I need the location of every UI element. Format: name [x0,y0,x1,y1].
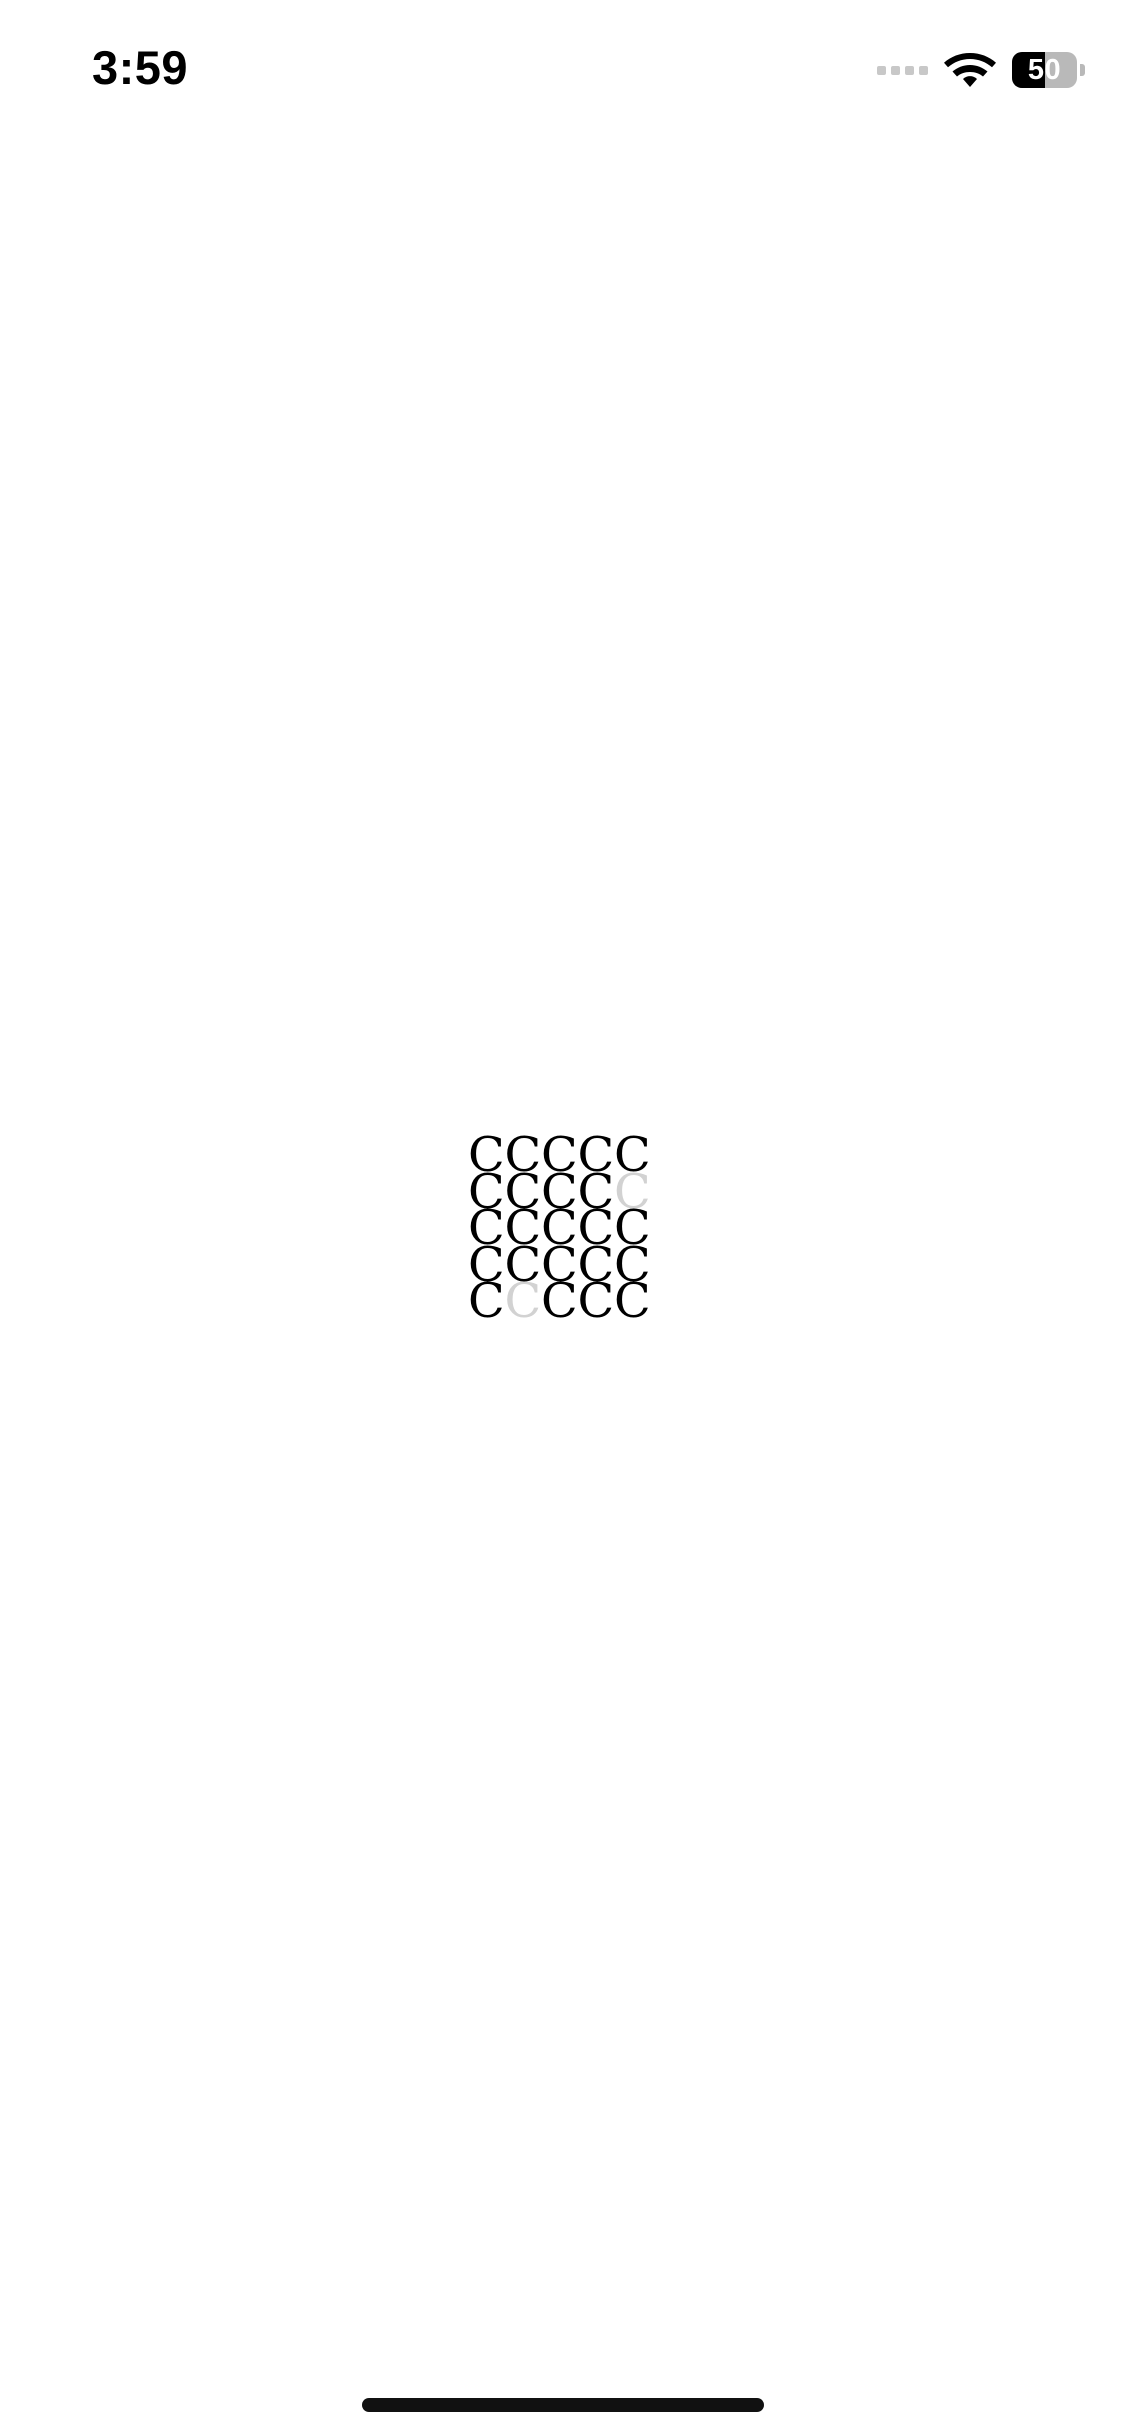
battery-level: 50 [1027,53,1062,86]
battery-icon: 50 [1012,52,1077,88]
logo-letter: C [577,1273,615,1329]
logo-letter: C [541,1273,578,1329]
status-bar: 3:59 50 [0,0,1125,140]
status-time: 3:59 [92,41,189,94]
wifi-icon [944,53,996,87]
battery-cap-icon [1080,64,1085,76]
app-logo: CCCCCCCCCCCCCCCCCCCCCCCCC [468,1131,654,1325]
cellular-signal-icon [877,65,928,75]
logo-letter: C [468,1273,505,1329]
logo-letter: C [614,1273,651,1329]
logo-letter: C [504,1273,542,1329]
status-icons: 50 [877,48,1085,92]
home-indicator[interactable] [362,2398,764,2412]
